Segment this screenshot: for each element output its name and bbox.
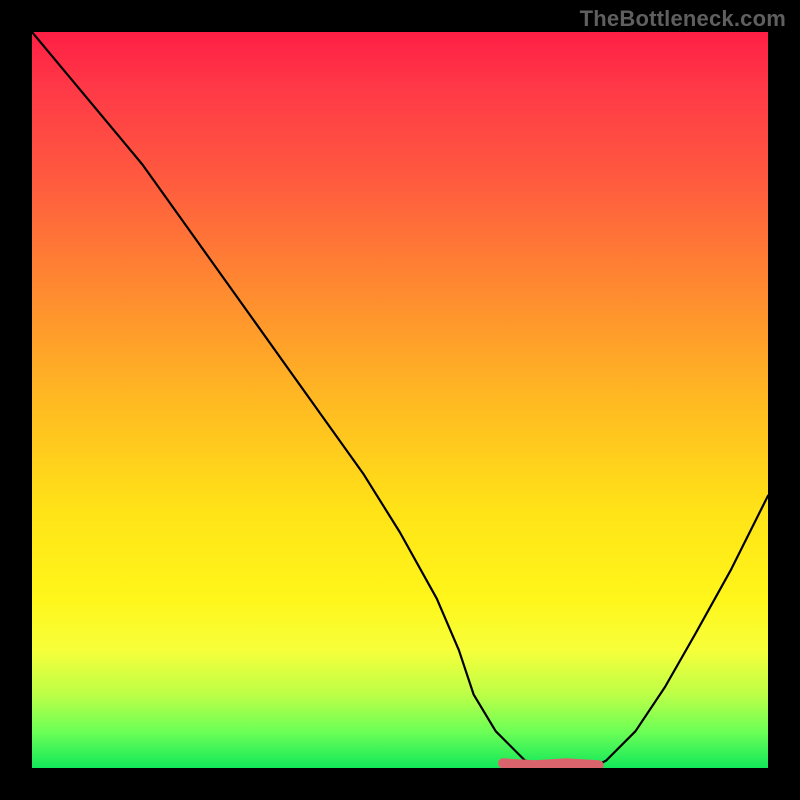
plot-area <box>32 32 768 768</box>
bottleneck-curve <box>32 32 768 768</box>
chart-stage: TheBottleneck.com <box>0 0 800 800</box>
trough-highlight <box>503 763 599 765</box>
watermark-text: TheBottleneck.com <box>580 6 786 32</box>
curve-layer <box>32 32 768 768</box>
